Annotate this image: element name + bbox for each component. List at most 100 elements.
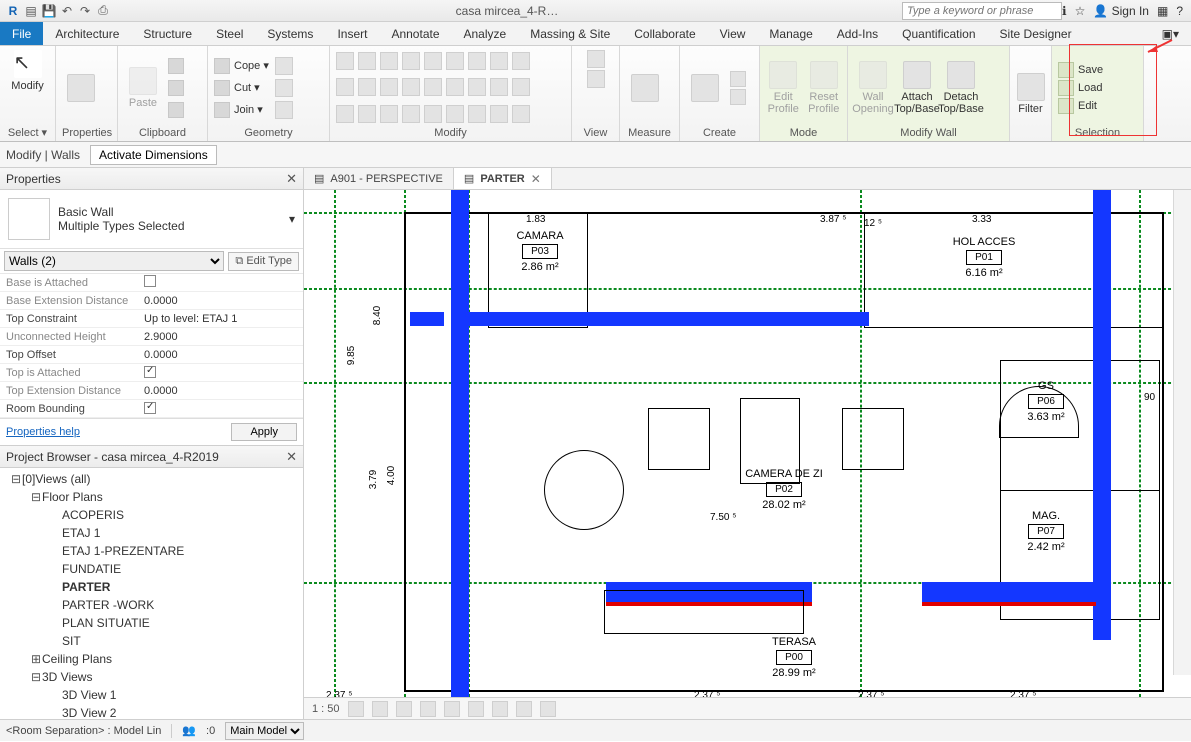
- tree-node[interactable]: ETAJ 1: [2, 524, 303, 542]
- modify-tool-icon[interactable]: [380, 105, 398, 123]
- apply-button[interactable]: Apply: [231, 423, 297, 441]
- properties-button[interactable]: [62, 74, 100, 102]
- modify-tool-icon[interactable]: [402, 52, 420, 70]
- join-button[interactable]: Join ▾: [214, 100, 269, 120]
- reveal-hidden-icon[interactable]: [540, 701, 556, 717]
- modify-tool-icon[interactable]: [468, 105, 486, 123]
- main-model-select[interactable]: Main Model: [225, 722, 304, 740]
- geometry-icon[interactable]: [275, 57, 293, 75]
- modify-tool-icon[interactable]: [336, 105, 354, 123]
- tree-node[interactable]: ⊞Ceiling Plans: [2, 650, 303, 668]
- modify-tool-icon[interactable]: [446, 78, 464, 96]
- match-type-icon[interactable]: [168, 56, 184, 76]
- tab-steel[interactable]: Steel: [204, 22, 255, 45]
- geometry-icon[interactable]: [275, 101, 293, 119]
- qa-save-icon[interactable]: 💾: [40, 2, 58, 20]
- property-row[interactable]: Top ConstraintUp to level: ETAJ 1: [0, 310, 303, 328]
- create-icon[interactable]: [730, 89, 746, 105]
- measure-button[interactable]: [626, 74, 664, 102]
- modify-tool-icon[interactable]: [424, 78, 442, 96]
- geometry-icon[interactable]: [275, 79, 293, 97]
- view-tab-parter[interactable]: ▤PARTER✕: [454, 168, 552, 189]
- tab-analyze[interactable]: Analyze: [452, 22, 519, 45]
- view-icon[interactable]: [587, 50, 605, 68]
- copy-icon[interactable]: [168, 78, 184, 98]
- project-tree[interactable]: ⊟[0] Views (all)⊟Floor PlansACOPERISETAJ…: [0, 468, 303, 719]
- view-tab-close-icon[interactable]: ✕: [531, 172, 541, 186]
- modify-tool-icon[interactable]: [468, 78, 486, 96]
- modify-button[interactable]: ↖Modify: [9, 50, 47, 92]
- navigation-rail[interactable]: [1173, 190, 1191, 675]
- tab-insert[interactable]: Insert: [325, 22, 379, 45]
- properties-close-icon[interactable]: ✕: [286, 171, 297, 187]
- sun-path-icon[interactable]: [396, 701, 412, 717]
- selection-load-button[interactable]: Load: [1058, 80, 1103, 96]
- modify-tool-icon[interactable]: [336, 78, 354, 96]
- modify-tool-icon[interactable]: [490, 52, 508, 70]
- select-group-label[interactable]: Select ▾: [6, 124, 49, 139]
- crop-icon[interactable]: [444, 701, 460, 717]
- info-icon[interactable]: ℹ: [1062, 4, 1067, 18]
- property-row[interactable]: Room Bounding: [0, 400, 303, 418]
- instance-selector[interactable]: Walls (2): [4, 251, 224, 271]
- modify-tool-icon[interactable]: [446, 105, 464, 123]
- view-icon[interactable]: [587, 70, 605, 88]
- tree-node[interactable]: PARTER -WORK: [2, 596, 303, 614]
- selection-edit-button[interactable]: Edit: [1058, 98, 1103, 114]
- modify-tool-icon[interactable]: [512, 78, 530, 96]
- create-icon[interactable]: [730, 71, 746, 87]
- cope-button[interactable]: Cope ▾: [214, 56, 269, 76]
- modify-tool-icon[interactable]: [358, 78, 376, 96]
- lock-icon[interactable]: [492, 701, 508, 717]
- activate-dimensions-button[interactable]: Activate Dimensions: [90, 145, 217, 165]
- app-switch-icon[interactable]: ▦: [1157, 4, 1168, 18]
- modify-tool-icon[interactable]: [490, 78, 508, 96]
- star-icon[interactable]: ☆: [1075, 4, 1086, 18]
- tab-collaborate[interactable]: Collaborate: [622, 22, 707, 45]
- browser-close-icon[interactable]: ✕: [286, 449, 297, 465]
- tree-node[interactable]: 3D View 2: [2, 704, 303, 719]
- tree-node[interactable]: ⊟Floor Plans: [2, 488, 303, 506]
- attach-button[interactable]: Attach Top/Base: [898, 61, 936, 115]
- modify-tool-icon[interactable]: [402, 105, 420, 123]
- cut-button[interactable]: Cut ▾: [214, 78, 269, 98]
- modify-tool-icon[interactable]: [358, 52, 376, 70]
- modify-tool-icon[interactable]: [358, 105, 376, 123]
- qa-redo-icon[interactable]: ↷: [76, 2, 94, 20]
- visual-style-icon[interactable]: [372, 701, 388, 717]
- detach-button[interactable]: Detach Top/Base: [942, 61, 980, 115]
- tree-node[interactable]: PLAN SITUATIE: [2, 614, 303, 632]
- tab-manage[interactable]: Manage: [757, 22, 824, 45]
- selection-save-button[interactable]: Save: [1058, 62, 1103, 78]
- tab-architecture[interactable]: Architecture: [43, 22, 131, 45]
- tree-node[interactable]: SIT: [2, 632, 303, 650]
- shadows-icon[interactable]: [420, 701, 436, 717]
- crop-region-icon[interactable]: [468, 701, 484, 717]
- tree-node[interactable]: ACOPERIS: [2, 506, 303, 524]
- tab-massing[interactable]: Massing & Site: [518, 22, 622, 45]
- qa-print-icon[interactable]: ⎙: [94, 2, 112, 20]
- create-button[interactable]: [686, 74, 724, 102]
- tree-node[interactable]: 3D View 1: [2, 686, 303, 704]
- modify-tool-icon[interactable]: [446, 52, 464, 70]
- view-scale[interactable]: 1 : 50: [312, 703, 340, 715]
- modify-tool-icon[interactable]: [512, 52, 530, 70]
- temporary-hide-icon[interactable]: [516, 701, 532, 717]
- tab-view[interactable]: View: [708, 22, 758, 45]
- type-dropdown-icon[interactable]: ▾: [289, 212, 295, 226]
- signin-button[interactable]: 👤 Sign In: [1093, 4, 1149, 18]
- qa-undo-icon[interactable]: ↶: [58, 2, 76, 20]
- modify-tool-icon[interactable]: [490, 105, 508, 123]
- modify-tool-icon[interactable]: [336, 52, 354, 70]
- qa-open-icon[interactable]: ▤: [22, 2, 40, 20]
- filter-button[interactable]: Filter: [1016, 73, 1045, 115]
- type-selector[interactable]: Basic WallMultiple Types Selected ▾: [0, 190, 303, 249]
- modify-tool-icon[interactable]: [402, 78, 420, 96]
- tab-structure[interactable]: Structure: [131, 22, 204, 45]
- search-input[interactable]: [902, 2, 1062, 20]
- tab-sitedesigner[interactable]: Site Designer: [988, 22, 1084, 45]
- tree-node[interactable]: FUNDATIE: [2, 560, 303, 578]
- help-icon[interactable]: ?: [1176, 4, 1183, 18]
- drawing-canvas[interactable]: CAMARA P03 2.86 m² HOL ACCES P01 6.16 m²…: [304, 190, 1191, 697]
- property-row[interactable]: Top Offset0.0000: [0, 346, 303, 364]
